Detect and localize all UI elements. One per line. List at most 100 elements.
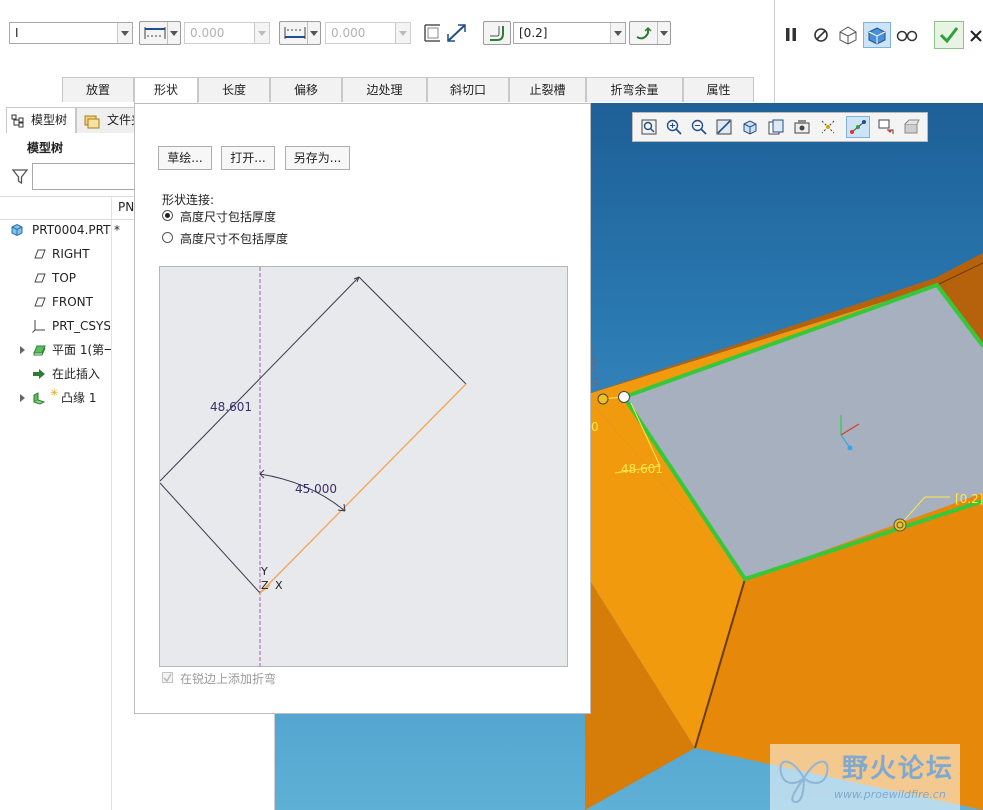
tree-item-right[interactable]: RIGHT bbox=[0, 243, 110, 265]
modified-marker: * bbox=[114, 223, 120, 237]
sketch-angle-dimension[interactable]: 45.000 bbox=[295, 482, 337, 496]
chevron-down-icon[interactable] bbox=[657, 22, 670, 44]
no-preview-icon[interactable] bbox=[812, 26, 830, 44]
checkmark-icon bbox=[939, 27, 959, 44]
dimension-label-partial[interactable]: 0 bbox=[591, 420, 599, 434]
tree-item-front[interactable]: FRONT bbox=[0, 291, 110, 313]
bend-dimension-icon bbox=[636, 26, 652, 40]
bend-dimension-button[interactable] bbox=[629, 21, 671, 45]
filter-icon[interactable] bbox=[11, 167, 29, 185]
shape-panel: 草绘... 打开... 另存为... 形状连接: 高度尺寸包括厚度 高度尺寸不包… bbox=[134, 103, 591, 714]
annotation-display-icon bbox=[850, 120, 866, 134]
new-feature-star-icon: ✳ bbox=[50, 388, 59, 399]
tab-model-tree[interactable]: 模型树 bbox=[6, 107, 76, 133]
chevron-down-icon[interactable] bbox=[254, 23, 269, 43]
tab-shape[interactable]: 形状 bbox=[134, 77, 198, 104]
detached-preview-button[interactable] bbox=[863, 22, 891, 48]
tree-item-label: TOP bbox=[52, 271, 77, 285]
tree-item-top[interactable]: TOP bbox=[0, 267, 110, 289]
length-side1-value: 0.000 bbox=[190, 26, 225, 40]
length-side1-button[interactable] bbox=[139, 21, 181, 45]
bend-radius-label[interactable]: [0.2] bbox=[955, 492, 983, 506]
tab-offset[interactable]: 偏移 bbox=[270, 77, 342, 102]
column-divider bbox=[111, 196, 112, 810]
flip-edge-icon[interactable] bbox=[422, 22, 446, 44]
bend-radius-toggle[interactable] bbox=[483, 21, 511, 45]
saved-orientations-icon[interactable] bbox=[741, 118, 759, 136]
chevron-down-icon[interactable] bbox=[117, 23, 132, 43]
radio-exclude-thickness[interactable] bbox=[162, 232, 173, 243]
sheetmetal-plane-icon bbox=[33, 345, 46, 356]
radio-exclude-thickness-label[interactable]: 高度尺寸不包括厚度 bbox=[180, 230, 288, 247]
length-side1-input[interactable]: 0.000 bbox=[184, 22, 270, 44]
checkmark-icon bbox=[163, 673, 172, 682]
tree-item-csys[interactable]: PRT_CSYS_ bbox=[0, 315, 110, 337]
chevron-down-icon[interactable] bbox=[610, 23, 625, 43]
pause-icon[interactable] bbox=[783, 26, 799, 44]
add-bend-checkbox-label: 在锐边上添加折弯 bbox=[180, 672, 277, 686]
tab-edge-treatment[interactable]: 边处理 bbox=[342, 77, 427, 102]
attached-preview-icon[interactable] bbox=[836, 24, 860, 46]
flange-type-select[interactable]: I bbox=[9, 22, 133, 44]
tree-search-input[interactable] bbox=[32, 163, 142, 190]
cancel-icon[interactable] bbox=[968, 28, 983, 44]
open-button[interactable]: 打开... bbox=[221, 146, 275, 170]
tree-item-insert-here[interactable]: 在此插入 bbox=[0, 363, 110, 385]
flip-thickness-icon[interactable] bbox=[445, 22, 469, 44]
dimension-label[interactable]: 48.601 bbox=[621, 462, 663, 476]
annotation-display-button[interactable] bbox=[846, 116, 870, 138]
datum-plane-icon bbox=[34, 297, 46, 307]
tree-item-flange[interactable]: ✳ 凸缘 1 bbox=[0, 387, 110, 409]
model-tree-icon bbox=[11, 114, 24, 128]
datum-display-icon[interactable] bbox=[819, 118, 837, 136]
tree-item-plane-feature[interactable]: 平面 1(第一 bbox=[0, 339, 111, 361]
tab-properties[interactable]: 属性 bbox=[683, 77, 754, 102]
column-header-pn: PN bbox=[118, 200, 135, 214]
datum-plane-icon bbox=[34, 249, 46, 259]
tree-item-label: RIGHT bbox=[52, 247, 90, 261]
refit-icon[interactable] bbox=[640, 118, 658, 136]
zoom-out-icon[interactable] bbox=[690, 118, 708, 136]
tab-length[interactable]: 长度 bbox=[198, 77, 270, 102]
chevron-down-icon[interactable] bbox=[395, 23, 410, 43]
spin-center-icon[interactable] bbox=[877, 118, 895, 136]
watermark-title: 野火论坛 bbox=[842, 754, 955, 784]
radio-include-thickness[interactable] bbox=[162, 210, 173, 221]
csys-icon bbox=[32, 320, 45, 333]
tree-item-part[interactable]: PRT0004.PRT * bbox=[0, 219, 140, 241]
chevron-down-icon[interactable] bbox=[167, 22, 180, 44]
tab-relief[interactable]: 止裂槽 bbox=[509, 77, 586, 102]
watermark: 野火论坛 www.proewildfire.cn bbox=[770, 744, 960, 810]
watermark-url: www.proewildfire.cn bbox=[834, 788, 946, 801]
expand-arrow-icon[interactable] bbox=[16, 391, 30, 405]
length-side2-value: 0.000 bbox=[331, 26, 366, 40]
tab-miter-cuts[interactable]: 斜切口 bbox=[427, 77, 509, 102]
radio-include-thickness-label[interactable]: 高度尺寸包括厚度 bbox=[180, 208, 276, 225]
flange-icon bbox=[33, 392, 46, 405]
add-bend-checkbox[interactable] bbox=[162, 672, 173, 683]
ok-button[interactable] bbox=[934, 21, 964, 49]
shape-connection-label: 形状连接: bbox=[162, 193, 215, 207]
butterfly-logo-icon bbox=[779, 760, 829, 804]
length-side2-input[interactable]: 0.000 bbox=[325, 22, 411, 44]
tab-model-tree-label: 模型树 bbox=[31, 113, 68, 127]
tab-placement[interactable]: 放置 bbox=[62, 77, 134, 102]
part-icon bbox=[11, 223, 23, 237]
perspective-icon[interactable] bbox=[793, 118, 811, 136]
expand-arrow-icon[interactable] bbox=[16, 343, 30, 357]
verify-mode-icon[interactable] bbox=[895, 26, 919, 44]
display-style-icon[interactable] bbox=[903, 118, 921, 136]
bend-radius-handle-icon[interactable] bbox=[893, 518, 907, 532]
view-toolbar bbox=[632, 112, 928, 142]
chevron-down-icon[interactable] bbox=[307, 22, 320, 44]
save-as-button[interactable]: 另存为... bbox=[285, 146, 350, 170]
bend-radius-select[interactable]: [0.2] bbox=[513, 22, 626, 44]
length-side2-button[interactable] bbox=[279, 21, 321, 45]
repaint-icon[interactable] bbox=[715, 118, 733, 136]
tab-folders[interactable]: 文件夹 bbox=[76, 107, 135, 133]
sketch-button[interactable]: 草绘... bbox=[158, 146, 212, 170]
tab-bend-allowance[interactable]: 折弯余量 bbox=[586, 77, 683, 102]
zoom-in-icon[interactable] bbox=[665, 118, 683, 136]
view-manager-icon[interactable] bbox=[767, 118, 785, 136]
sketch-length-dimension[interactable]: 48.601 bbox=[210, 400, 252, 414]
